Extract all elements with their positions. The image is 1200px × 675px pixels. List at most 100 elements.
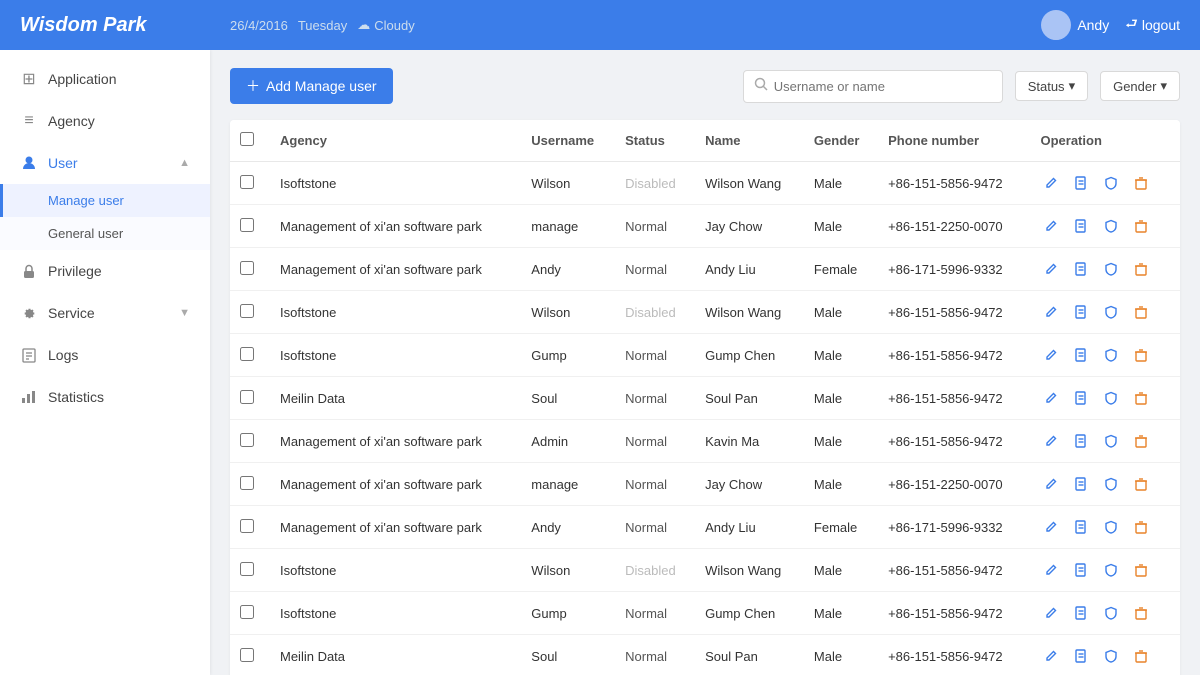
delete-icon[interactable]: [1130, 559, 1152, 581]
edit-icon[interactable]: [1040, 301, 1062, 323]
document-icon[interactable]: [1070, 430, 1092, 452]
edit-icon[interactable]: [1040, 430, 1062, 452]
sidebar-item-service[interactable]: Service ▼: [0, 292, 210, 334]
row-checkbox-4[interactable]: [240, 347, 254, 361]
delete-icon[interactable]: [1130, 258, 1152, 280]
status-filter-button[interactable]: Status ▾: [1015, 71, 1088, 101]
cell-agency: Meilin Data: [270, 377, 521, 420]
shield-icon[interactable]: [1100, 258, 1122, 280]
sidebar-label-service: Service: [48, 305, 95, 321]
document-icon[interactable]: [1070, 645, 1092, 667]
shield-icon[interactable]: [1100, 516, 1122, 538]
shield-icon[interactable]: [1100, 602, 1122, 624]
table-body: Isoftstone Wilson Disabled Wilson Wang M…: [230, 162, 1180, 675]
cell-agency: Isoftstone: [270, 592, 521, 635]
shield-icon[interactable]: [1100, 430, 1122, 452]
search-input[interactable]: [774, 79, 992, 94]
row-checkbox-7[interactable]: [240, 476, 254, 490]
sidebar-item-privilege[interactable]: Privilege: [0, 250, 210, 292]
cell-agency: Meilin Data: [270, 635, 521, 675]
document-icon[interactable]: [1070, 172, 1092, 194]
document-icon[interactable]: [1070, 344, 1092, 366]
cell-status: Normal: [615, 420, 695, 463]
row-checkbox-5[interactable]: [240, 390, 254, 404]
shield-icon[interactable]: [1100, 301, 1122, 323]
row-checkbox-6[interactable]: [240, 433, 254, 447]
logout-button[interactable]: ⮐ logout: [1125, 13, 1180, 37]
row-checkbox-11[interactable]: [240, 648, 254, 662]
shield-icon[interactable]: [1100, 387, 1122, 409]
edit-icon[interactable]: [1040, 645, 1062, 667]
shield-icon[interactable]: [1100, 172, 1122, 194]
cell-username: Wilson: [521, 162, 615, 205]
cell-phone: +86-151-5856-9472: [878, 549, 1030, 592]
cell-phone: +86-171-5996-9332: [878, 506, 1030, 549]
shield-icon[interactable]: [1100, 559, 1122, 581]
delete-icon[interactable]: [1130, 602, 1152, 624]
edit-icon[interactable]: [1040, 215, 1062, 237]
shield-icon[interactable]: [1100, 473, 1122, 495]
row-checkbox-10[interactable]: [240, 605, 254, 619]
cell-name: Jay Chow: [695, 205, 804, 248]
cell-gender: Male: [804, 463, 878, 506]
edit-icon[interactable]: [1040, 387, 1062, 409]
table-row: Isoftstone Wilson Disabled Wilson Wang M…: [230, 291, 1180, 334]
delete-icon[interactable]: [1130, 215, 1152, 237]
edit-icon[interactable]: [1040, 258, 1062, 280]
row-checkbox-0[interactable]: [240, 175, 254, 189]
sidebar-item-user[interactable]: User ▲: [0, 142, 210, 184]
shield-icon[interactable]: [1100, 645, 1122, 667]
edit-icon[interactable]: [1040, 602, 1062, 624]
cell-operations: [1030, 506, 1180, 549]
edit-icon[interactable]: [1040, 516, 1062, 538]
add-manage-user-button[interactable]: ＋ Add Manage user: [230, 68, 393, 104]
delete-icon[interactable]: [1130, 387, 1152, 409]
cell-phone: +86-151-5856-9472: [878, 420, 1030, 463]
sidebar-label-general-user: General user: [48, 226, 123, 241]
document-icon[interactable]: [1070, 473, 1092, 495]
delete-icon[interactable]: [1130, 516, 1152, 538]
row-checkbox-3[interactable]: [240, 304, 254, 318]
document-icon[interactable]: [1070, 602, 1092, 624]
sidebar: ⊞ Application ≡ Agency User ▲ Manage use…: [0, 50, 210, 675]
sidebar-item-agency[interactable]: ≡ Agency: [0, 100, 210, 142]
date-label: 26/4/2016: [230, 18, 288, 33]
shield-icon[interactable]: [1100, 344, 1122, 366]
cell-username: Andy: [521, 248, 615, 291]
document-icon[interactable]: [1070, 516, 1092, 538]
row-checkbox-8[interactable]: [240, 519, 254, 533]
row-checkbox-2[interactable]: [240, 261, 254, 275]
document-icon[interactable]: [1070, 258, 1092, 280]
cell-status: Normal: [615, 592, 695, 635]
cell-operations: [1030, 377, 1180, 420]
delete-icon[interactable]: [1130, 344, 1152, 366]
sidebar-item-statistics[interactable]: Statistics: [0, 376, 210, 418]
cell-status: Disabled: [615, 291, 695, 334]
row-checkbox-9[interactable]: [240, 562, 254, 576]
document-icon[interactable]: [1070, 301, 1092, 323]
cell-phone: +86-151-5856-9472: [878, 291, 1030, 334]
delete-icon[interactable]: [1130, 473, 1152, 495]
document-icon[interactable]: [1070, 559, 1092, 581]
shield-icon[interactable]: [1100, 215, 1122, 237]
sidebar-item-manage-user[interactable]: Manage user: [0, 184, 210, 217]
edit-icon[interactable]: [1040, 559, 1062, 581]
select-all-checkbox[interactable]: [240, 132, 254, 146]
cell-operations: [1030, 463, 1180, 506]
edit-icon[interactable]: [1040, 172, 1062, 194]
cell-status: Normal: [615, 248, 695, 291]
delete-icon[interactable]: [1130, 430, 1152, 452]
edit-icon[interactable]: [1040, 473, 1062, 495]
gender-filter-button[interactable]: Gender ▾: [1100, 71, 1180, 101]
edit-icon[interactable]: [1040, 344, 1062, 366]
sidebar-item-general-user[interactable]: General user: [0, 217, 210, 250]
cell-gender: Male: [804, 635, 878, 675]
sidebar-item-logs[interactable]: Logs: [0, 334, 210, 376]
row-checkbox-1[interactable]: [240, 218, 254, 232]
document-icon[interactable]: [1070, 215, 1092, 237]
delete-icon[interactable]: [1130, 301, 1152, 323]
delete-icon[interactable]: [1130, 172, 1152, 194]
sidebar-item-application[interactable]: ⊞ Application: [0, 58, 210, 100]
delete-icon[interactable]: [1130, 645, 1152, 667]
document-icon[interactable]: [1070, 387, 1092, 409]
